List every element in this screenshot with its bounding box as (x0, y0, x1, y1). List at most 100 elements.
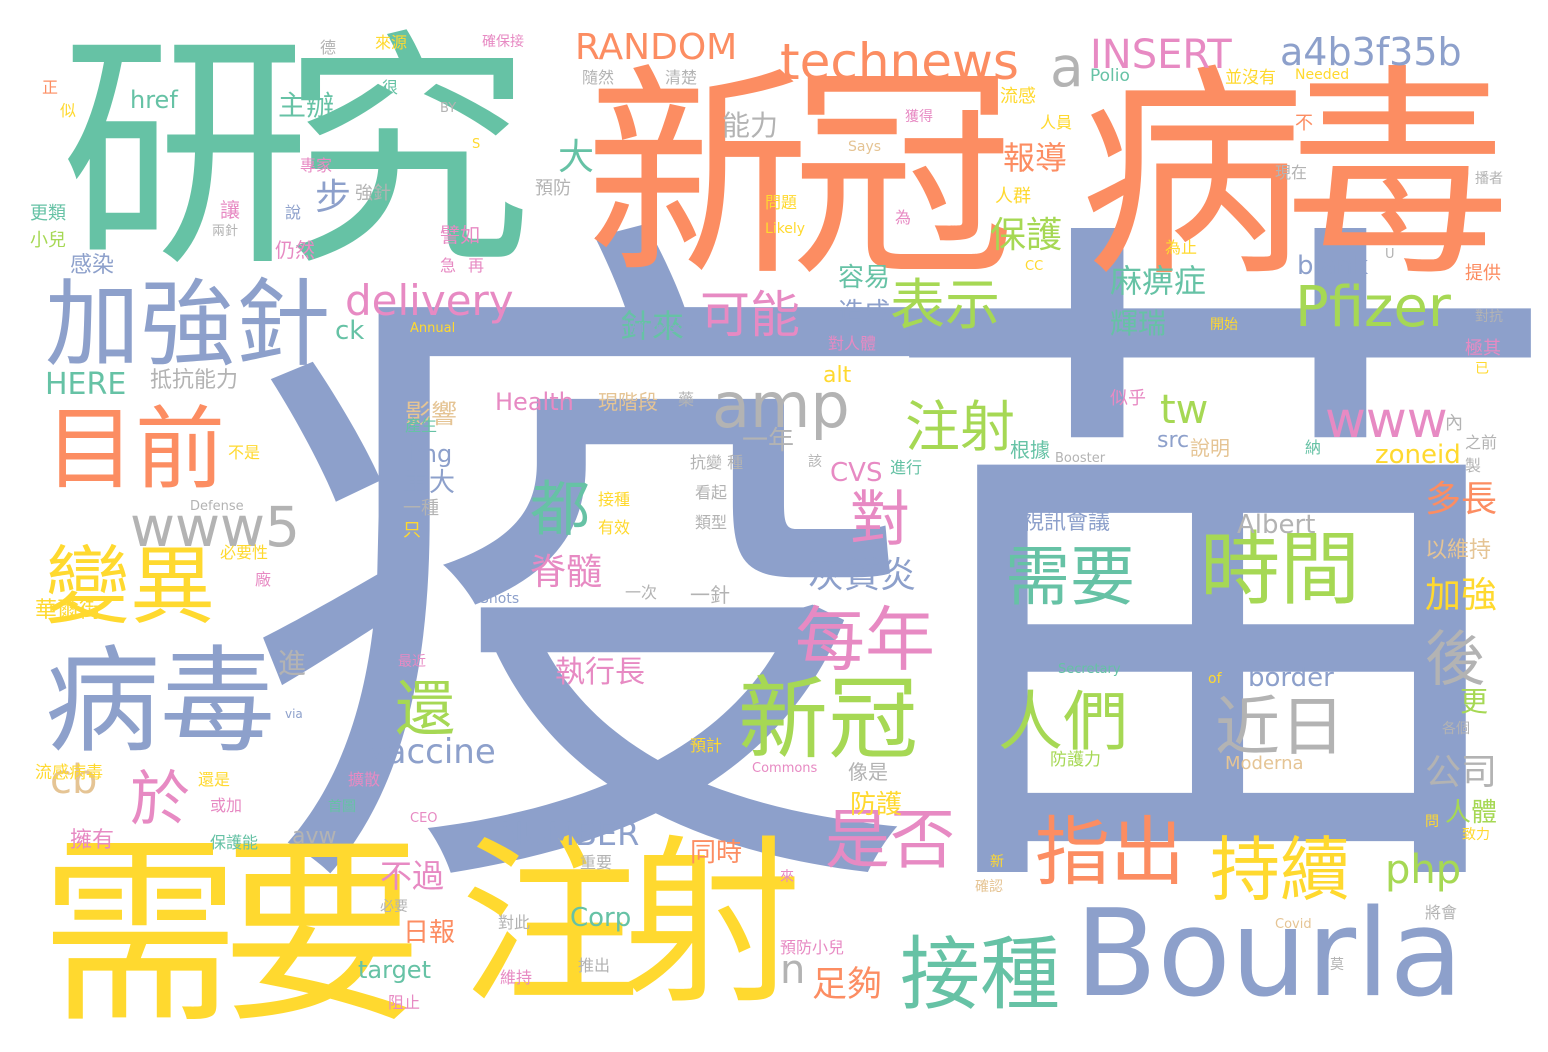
word-keneng: 可能 (700, 286, 800, 344)
word-zuijin: 最近 (398, 654, 426, 670)
word-shuoming: 說明 (1190, 436, 1230, 460)
word-tigong: 提供 (1465, 263, 1501, 284)
word-cc: CC (1025, 259, 1044, 274)
word-chansheng: 產生 (405, 416, 438, 435)
word-duikang: 對抗 (1475, 309, 1503, 325)
word-ribao: 日報 (403, 918, 456, 948)
word-yiweichi: 以維持 (1425, 538, 1492, 563)
word-pfizer: Pfizer (1295, 275, 1451, 340)
word-polio: Polio (1090, 66, 1130, 86)
word-xin: 新 (990, 854, 1004, 870)
word-health: Health (495, 388, 574, 416)
word-wenti: 問題 (765, 193, 798, 212)
word-si: 似 (60, 101, 77, 120)
word-vaccine: Vaccine (365, 732, 496, 772)
word-secretary: Secretary (1058, 662, 1121, 677)
word-jiezhong-2: 接種 (598, 490, 631, 509)
word-bozhe: 播者 (1475, 171, 1503, 187)
word-bingdu-2: 病毒 (45, 635, 276, 769)
word-zhushe-2: 注射 (905, 395, 1016, 459)
word-zuzhi: 阻止 (388, 993, 421, 1012)
word-zhi: 只 (403, 520, 421, 541)
word-rongyi: 容易 (838, 263, 891, 293)
word-img: img (407, 440, 453, 468)
word-jiqi: 極其 (1465, 338, 1501, 359)
word-yao: 藥 (678, 390, 695, 409)
word-zaocheng: 造成 (838, 298, 891, 328)
word-quebaojie: 確保接 (482, 34, 524, 50)
word-renmen: 人們 (998, 685, 1129, 760)
word-bu: 步 (315, 177, 352, 218)
word-jin: 進 (278, 647, 307, 680)
word-u: U (1385, 247, 1395, 262)
word-alt: alt (823, 363, 852, 388)
word-xuyao: 需要 (40, 818, 422, 1051)
word-yinian: 一年 (742, 426, 795, 456)
word-jinri: 近日 (1215, 690, 1346, 765)
word-da: 大 (558, 137, 595, 178)
word-de: 德 (320, 38, 337, 57)
word-technews: technews (780, 33, 1019, 91)
word-defense: Defense (190, 499, 244, 514)
word-random: RANDOM (575, 27, 738, 68)
word-jianghui: 將會 (1425, 903, 1458, 922)
word-geng: 更 (1460, 685, 1489, 718)
word-zhongyao: 重要 (580, 853, 613, 872)
word-wen: 問 (1425, 814, 1439, 830)
word-nei: 內 (1445, 413, 1463, 434)
word-hen: 很 (382, 78, 399, 97)
word-biaoshi: 表示 (890, 273, 1001, 337)
word-huojia: 或加 (210, 796, 243, 815)
word-haishi: 還是 (198, 770, 231, 789)
word-www: www (1325, 391, 1448, 449)
word-jinxing: 進行 (890, 458, 923, 477)
word-zhichu: 指出 (1035, 808, 1186, 896)
word-yufang: 預防 (535, 178, 571, 199)
word-of: of (1208, 671, 1222, 687)
word-shixunhuiyi: 視訊會議 (1022, 510, 1111, 535)
word-fanghuli: 防護力 (1050, 750, 1101, 770)
word-meinian: 每年 (795, 599, 935, 681)
word-gege: 各個 (1442, 721, 1470, 737)
word-needed: Needed (1295, 67, 1350, 83)
word-zugou: 足夠 (812, 965, 883, 1005)
word-booster: Booster (1055, 451, 1106, 466)
word-qiangzhen: 強針 (355, 183, 391, 204)
word-wei: 為 (895, 208, 912, 227)
word-xianjieduan: 現階段 (598, 390, 658, 414)
word-likely: Likely (765, 221, 806, 237)
word-kanqi: 看起 (695, 483, 728, 502)
word-shots: Shots (480, 591, 520, 607)
word-src: src (1157, 428, 1190, 453)
word-duirenti: 對人體 (828, 334, 877, 353)
word-sihu: 似乎 (1110, 388, 1146, 409)
word-jiaqiangzhen: 加強針 (45, 270, 331, 380)
word-youxiao: 有效 (598, 518, 631, 537)
word-zheng: 正 (42, 78, 59, 97)
word-avw: avw (292, 824, 337, 849)
word-yongyou: 擁有 (70, 828, 115, 853)
word-biyaoxing: 必要性 (220, 543, 269, 562)
word-rengran: 仍然 (275, 238, 315, 262)
word-gai: 該 (808, 454, 822, 470)
word-zhuban: 主辦 (278, 89, 335, 122)
word-mabizheng: 麻痹症 (1110, 262, 1207, 300)
word-xianzai: 現在 (1275, 163, 1308, 182)
word-a: a (1050, 35, 1084, 99)
word-baodao: 報導 (1003, 139, 1068, 177)
word-by: BY (440, 101, 457, 116)
word-shuo: 說 (285, 203, 302, 222)
word-commons: Commons (752, 761, 818, 776)
word-tw: tw (1160, 387, 1209, 433)
word-kangbianzhong: 抗變 種 (690, 453, 744, 472)
word-yu: 於 (130, 765, 190, 835)
word-zai: 再 (468, 256, 485, 275)
word-yici: 一次 (625, 583, 658, 602)
word-zhi-2: 製 (1465, 456, 1482, 475)
word-delivery: delivery (345, 276, 514, 325)
word-jiezhong: 接種 (900, 928, 1060, 1021)
word-weizhi: 為止 (1165, 238, 1198, 257)
word-hou: 後 (1425, 625, 1485, 695)
word-duici: 對此 (498, 913, 531, 932)
word-genglei: 更類 (30, 203, 66, 224)
